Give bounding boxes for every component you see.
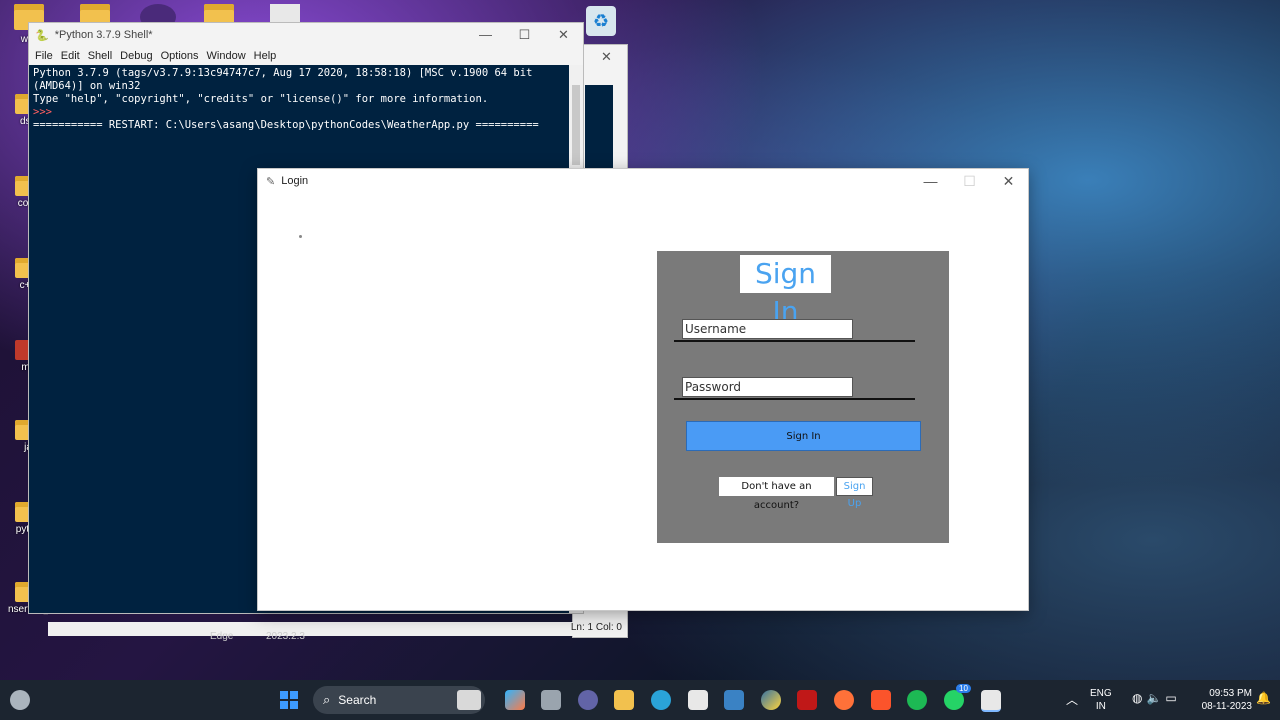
- menu-debug[interactable]: Debug: [120, 50, 152, 62]
- weather-icon[interactable]: [10, 690, 30, 710]
- maximize-icon: ☐: [963, 172, 976, 189]
- python-feather-icon: 🐍: [35, 29, 49, 42]
- shell-title: *Python 3.7.9 Shell*: [54, 29, 153, 41]
- menu-window[interactable]: Window: [207, 50, 246, 62]
- console-prompt: >>>: [33, 106, 52, 118]
- whatsapp-icon[interactable]: 10: [944, 684, 971, 710]
- username-field[interactable]: Username: [682, 319, 853, 339]
- teams-icon[interactable]: [578, 690, 598, 710]
- clock[interactable]: 09:53 PM 08-11-2023: [1188, 687, 1252, 713]
- taskbar: ⌕ Search 10 ︿ ENG IN ◍🔈▭ 09:53 PM 08-11-20…: [0, 680, 1280, 720]
- login-window-buttons: — ☐ ✕: [911, 173, 1028, 190]
- console-line: Type "help", "copyright", "credits" or "…: [33, 93, 489, 105]
- network-volume-battery-icons[interactable]: ◍🔈▭: [1132, 691, 1181, 705]
- menu-shell[interactable]: Shell: [88, 50, 112, 62]
- spotify-icon[interactable]: [907, 690, 927, 710]
- password-field[interactable]: Password: [682, 377, 853, 397]
- console-restart-line: =========== RESTART: C:\Users\asang\Desk…: [33, 119, 539, 131]
- shell-status-bar: Ln: 1 Col: 0: [48, 622, 626, 636]
- scrollbar-thumb[interactable]: [572, 85, 580, 165]
- idle-taskbar-icon[interactable]: [981, 690, 1001, 712]
- behind-label-edge: Edge: [210, 631, 234, 642]
- copilot-icon[interactable]: [505, 690, 525, 710]
- console-line: Python 3.7.9 (tags/v3.7.9:13c94747c7, Au…: [33, 67, 533, 79]
- clock-date: 08-11-2023: [1201, 701, 1252, 712]
- shell-window-buttons: — ☐ ✕: [466, 27, 583, 43]
- mcafee-icon[interactable]: [797, 690, 817, 710]
- notification-badge: 10: [956, 684, 971, 693]
- maximize-icon[interactable]: ☐: [505, 27, 544, 43]
- minimize-icon[interactable]: —: [911, 173, 950, 190]
- menu-help[interactable]: Help: [254, 50, 277, 62]
- shell-status-text: Ln: 1 Col: 0: [570, 622, 622, 633]
- firefox-icon[interactable]: [834, 690, 854, 710]
- signin-panel: Sign In Username Password Sign In Don't …: [657, 251, 949, 543]
- image-placeholder-dot: [299, 235, 302, 238]
- signin-button[interactable]: Sign In: [686, 421, 921, 451]
- clock-time: 09:53 PM: [1209, 688, 1252, 699]
- login-window[interactable]: ✎ Login — ☐ ✕ Sign In Username Password …: [257, 168, 1029, 611]
- minimize-icon[interactable]: —: [466, 27, 505, 43]
- shell-titlebar[interactable]: 🐍 *Python 3.7.9 Shell* — ☐ ✕: [29, 23, 583, 47]
- python-icon[interactable]: [761, 690, 781, 710]
- behind-label-version: 2023.2.3: [266, 631, 305, 642]
- file-explorer-icon[interactable]: [614, 690, 634, 710]
- username-underline: [674, 340, 915, 342]
- shell-menubar: File Edit Shell Debug Options Window Hel…: [29, 47, 583, 65]
- menu-file[interactable]: File: [35, 50, 53, 62]
- password-underline: [674, 398, 915, 400]
- chevron-up-icon[interactable]: ︿: [1066, 691, 1078, 708]
- notification-icon[interactable]: 🔔: [1256, 691, 1271, 705]
- search-highlight-icon: [457, 690, 481, 710]
- mysql-icon[interactable]: [724, 690, 744, 710]
- start-button[interactable]: [280, 691, 298, 709]
- recycle-bin-icon[interactable]: ♻: [586, 6, 616, 36]
- search-label: Search: [338, 693, 377, 707]
- signin-heading: Sign In: [740, 255, 831, 328]
- store-icon[interactable]: [688, 690, 708, 710]
- login-titlebar[interactable]: ✎ Login — ☐ ✕: [258, 169, 1028, 193]
- task-view-icon[interactable]: [541, 690, 561, 710]
- language-indicator[interactable]: ENG IN: [1090, 687, 1112, 713]
- console-line: (AMD64)] on win32: [33, 80, 141, 92]
- menu-edit[interactable]: Edit: [61, 50, 80, 62]
- no-account-label: Don't have an account?: [719, 477, 834, 511]
- login-title: Login: [281, 175, 309, 187]
- menu-options[interactable]: Options: [161, 50, 199, 62]
- lang-top: ENG: [1090, 688, 1112, 699]
- search-icon: ⌕: [323, 692, 331, 707]
- close-icon[interactable]: ✕: [989, 173, 1028, 190]
- tk-feather-icon: ✎: [266, 175, 276, 188]
- signup-button[interactable]: Sign Up: [836, 477, 873, 509]
- close-icon[interactable]: ✕: [544, 27, 583, 43]
- close-icon[interactable]: ✕: [601, 49, 612, 65]
- taskbar-search[interactable]: ⌕ Search: [313, 686, 485, 714]
- edge-icon[interactable]: [651, 690, 671, 710]
- lang-bottom: IN: [1095, 701, 1106, 712]
- brave-icon[interactable]: [871, 690, 891, 710]
